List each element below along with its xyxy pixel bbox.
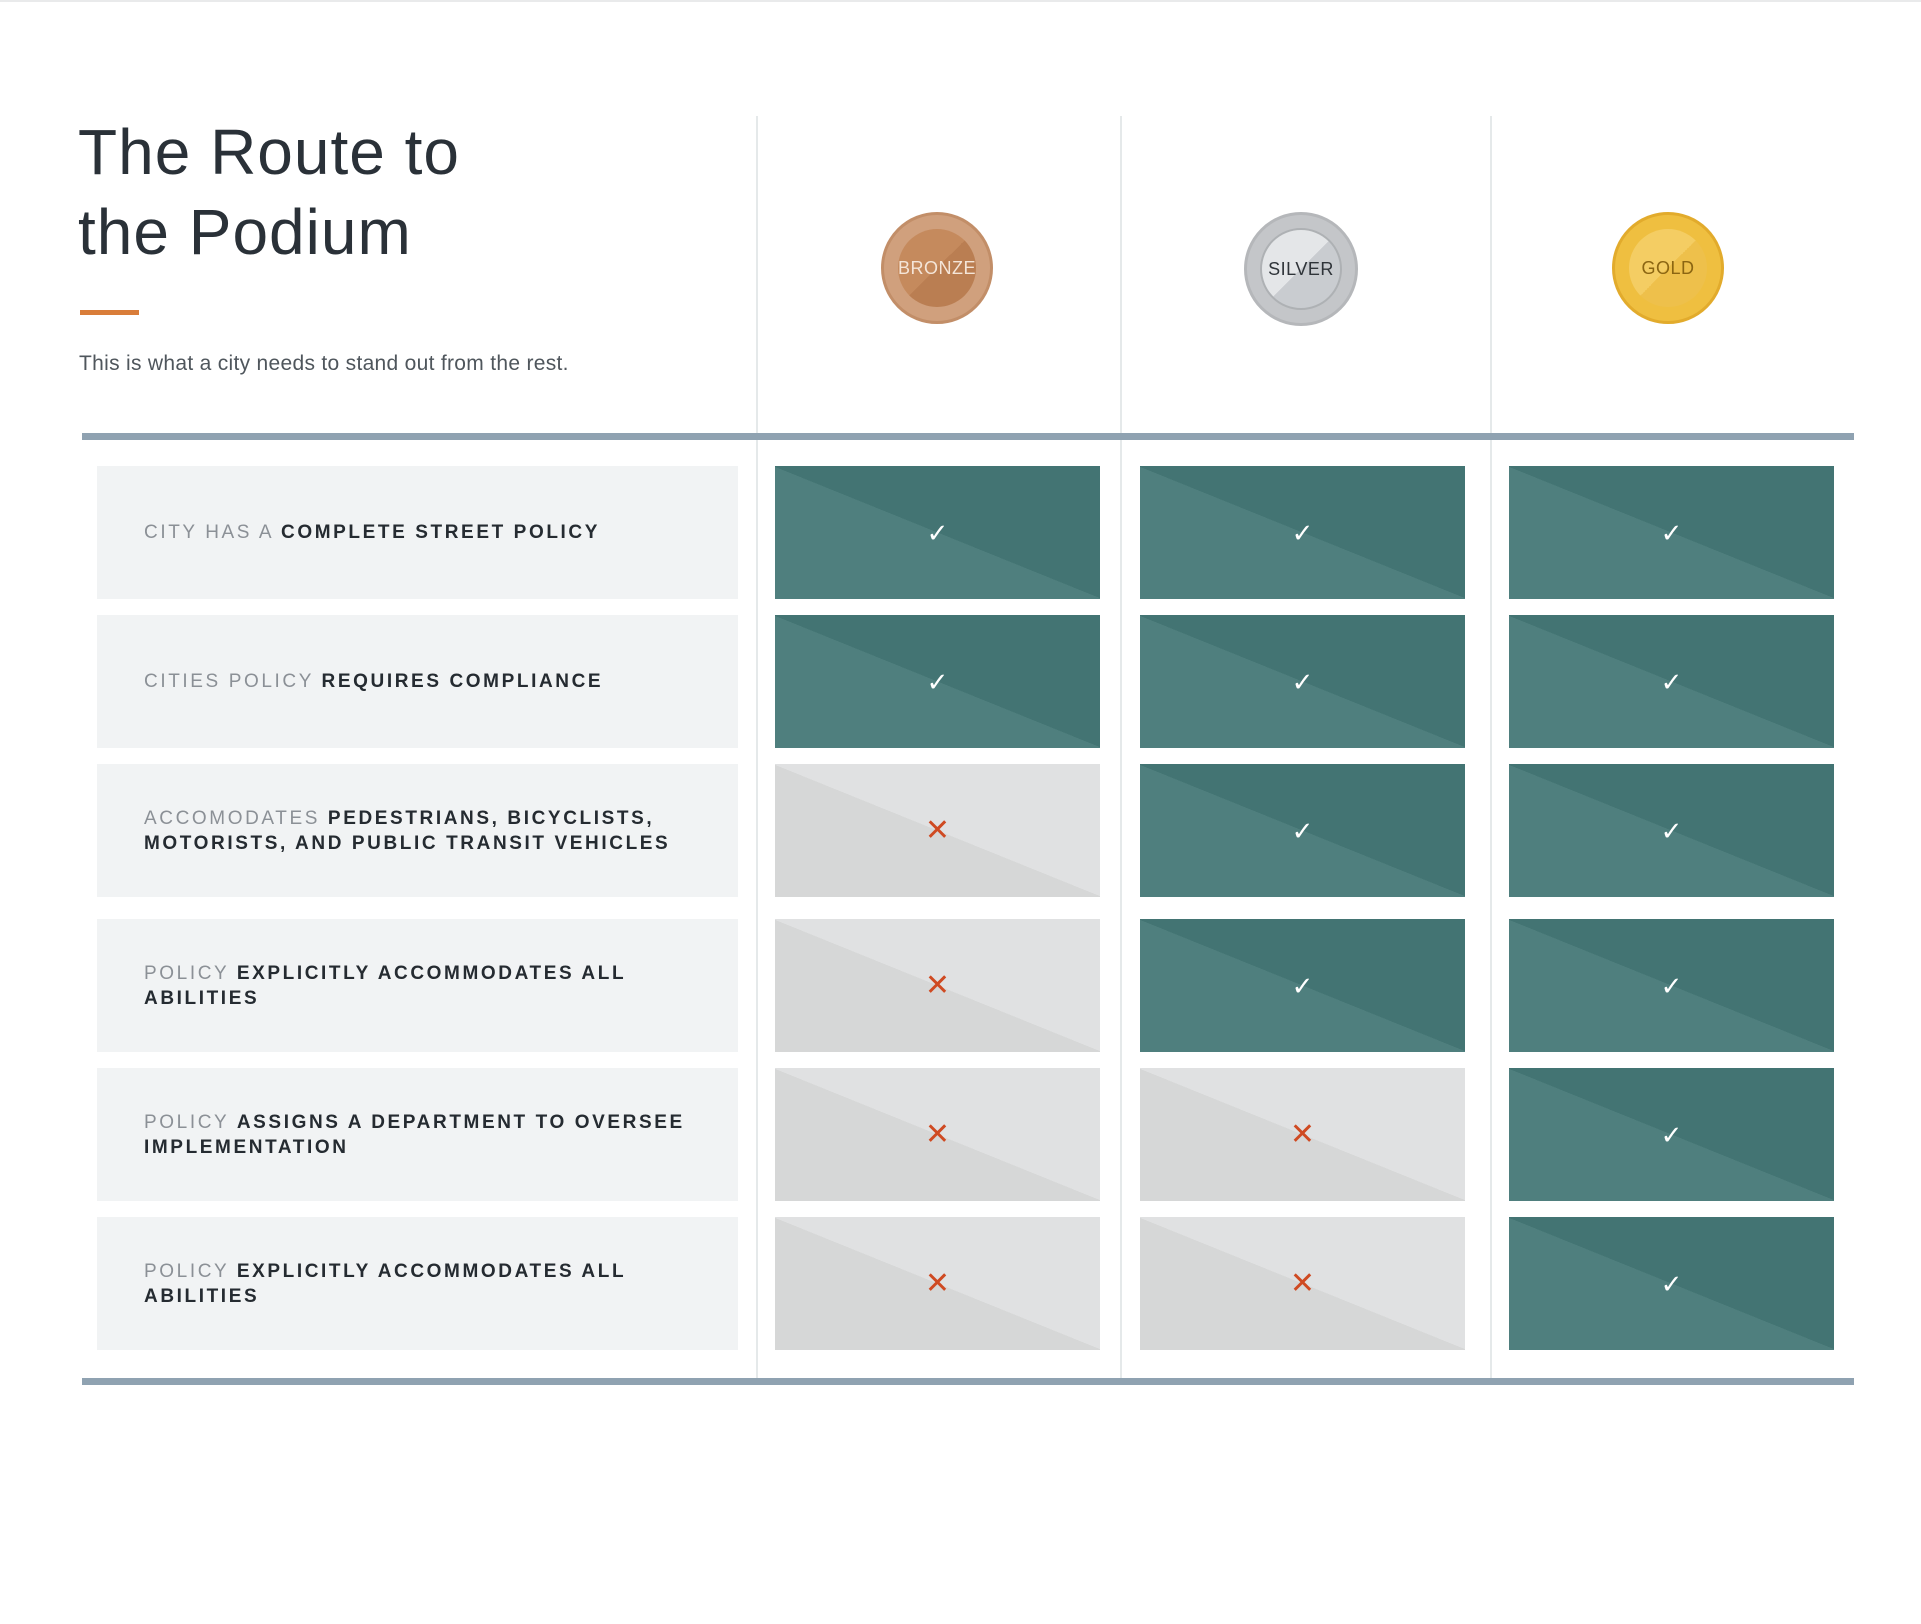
criterion-unmet-cell: ✕ [775,1217,1100,1350]
criterion-unmet-cell: ✕ [775,1068,1100,1201]
checkmark-icon: ✓ [1660,815,1683,846]
checkmark-icon: ✓ [1291,666,1314,697]
criterion-met-cell: ✓ [1140,919,1465,1052]
checkmark-icon: ✓ [926,517,949,548]
criterion-met-cell: ✓ [1509,764,1834,897]
criterion-text: POLICY EXPLICITLY ACCOMMODATES ALL ABILI… [144,1259,704,1309]
checkmark-icon: ✓ [1660,666,1683,697]
criterion-unmet-cell: ✕ [775,764,1100,897]
criterion-met-cell: ✓ [1140,615,1465,748]
criterion-met-cell: ✓ [1140,466,1465,599]
medal-label: SILVER [1260,228,1342,310]
criterion-requirement: REQUIRES COMPLIANCE [321,671,604,692]
cross-icon: ✕ [924,1117,951,1151]
criterion-met-cell: ✓ [775,615,1100,748]
cross-icon: ✕ [1289,1266,1316,1300]
criterion-subject: POLICY [144,962,237,984]
criterion-met-cell: ✓ [1140,764,1465,897]
criterion-unmet-cell: ✕ [1140,1217,1465,1350]
medal-label: BRONZE [898,229,976,307]
criterion-label: POLICY EXPLICITLY ACCOMMODATES ALL ABILI… [97,919,738,1052]
criterion-subject: CITY HAS A [144,522,282,543]
checkmark-icon: ✓ [1291,970,1314,1001]
criterion-label: POLICY EXPLICITLY ACCOMMODATES ALL ABILI… [97,1217,738,1350]
criterion-requirement: COMPLETE STREET POLICY [281,522,601,543]
page: The Route to the Podium This is what a c… [0,0,1921,1624]
criterion-unmet-cell: ✕ [775,919,1100,1052]
checkmark-icon: ✓ [1660,1268,1683,1299]
title-accent-bar [80,310,139,315]
table-bottom-rule [82,1378,1854,1385]
criterion-subject: POLICY [144,1260,237,1282]
criterion-label: ACCOMODATES PEDESTRIANS, BICYCLISTS, MOT… [97,764,738,897]
checkmark-icon: ✓ [926,666,949,697]
criterion-unmet-cell: ✕ [1140,1068,1465,1201]
cross-icon: ✕ [924,968,951,1002]
silver-medal-icon: SILVER [1244,212,1358,326]
criterion-label: CITIES POLICY REQUIRES COMPLIANCE [97,615,738,748]
criterion-met-cell: ✓ [1509,466,1834,599]
criterion-met-cell: ✓ [1509,615,1834,748]
criterion-met-cell: ✓ [1509,919,1834,1052]
checkmark-icon: ✓ [1660,1119,1683,1150]
checkmark-icon: ✓ [1291,517,1314,548]
criterion-text: POLICY EXPLICITLY ACCOMMODATES ALL ABILI… [144,961,704,1011]
bronze-medal-icon: BRONZE [881,212,993,324]
criterion-subject: ACCOMODATES [144,807,328,829]
criterion-label: CITY HAS A COMPLETE STREET POLICY [97,466,738,599]
criterion-met-cell: ✓ [1509,1217,1834,1350]
column-divider [1490,116,1492,1384]
criterion-text: CITIES POLICY REQUIRES COMPLIANCE [144,669,603,694]
criterion-text: ACCOMODATES PEDESTRIANS, BICYCLISTS, MOT… [144,806,704,856]
criterion-text: POLICY ASSIGNS A DEPARTMENT TO OVERSEE I… [144,1110,704,1160]
gold-medal-icon: GOLD [1612,212,1724,324]
checkmark-icon: ✓ [1660,970,1683,1001]
cross-icon: ✕ [924,813,951,847]
criterion-met-cell: ✓ [1509,1068,1834,1201]
medal-label: GOLD [1629,229,1707,307]
checkmark-icon: ✓ [1291,815,1314,846]
table-top-rule [82,433,1854,440]
page-subtitle: This is what a city needs to stand out f… [79,352,569,375]
column-divider [1120,116,1122,1384]
column-divider [756,116,758,1384]
criterion-subject: CITIES POLICY [144,671,322,692]
cross-icon: ✕ [1289,1117,1316,1151]
criterion-label: POLICY ASSIGNS A DEPARTMENT TO OVERSEE I… [97,1068,738,1201]
criterion-text: CITY HAS A COMPLETE STREET POLICY [144,520,600,545]
checkmark-icon: ✓ [1660,517,1683,548]
cross-icon: ✕ [924,1266,951,1300]
top-border [0,0,1921,2]
page-title: The Route to the Podium [78,116,460,268]
criterion-subject: POLICY [144,1111,237,1133]
criterion-met-cell: ✓ [775,466,1100,599]
